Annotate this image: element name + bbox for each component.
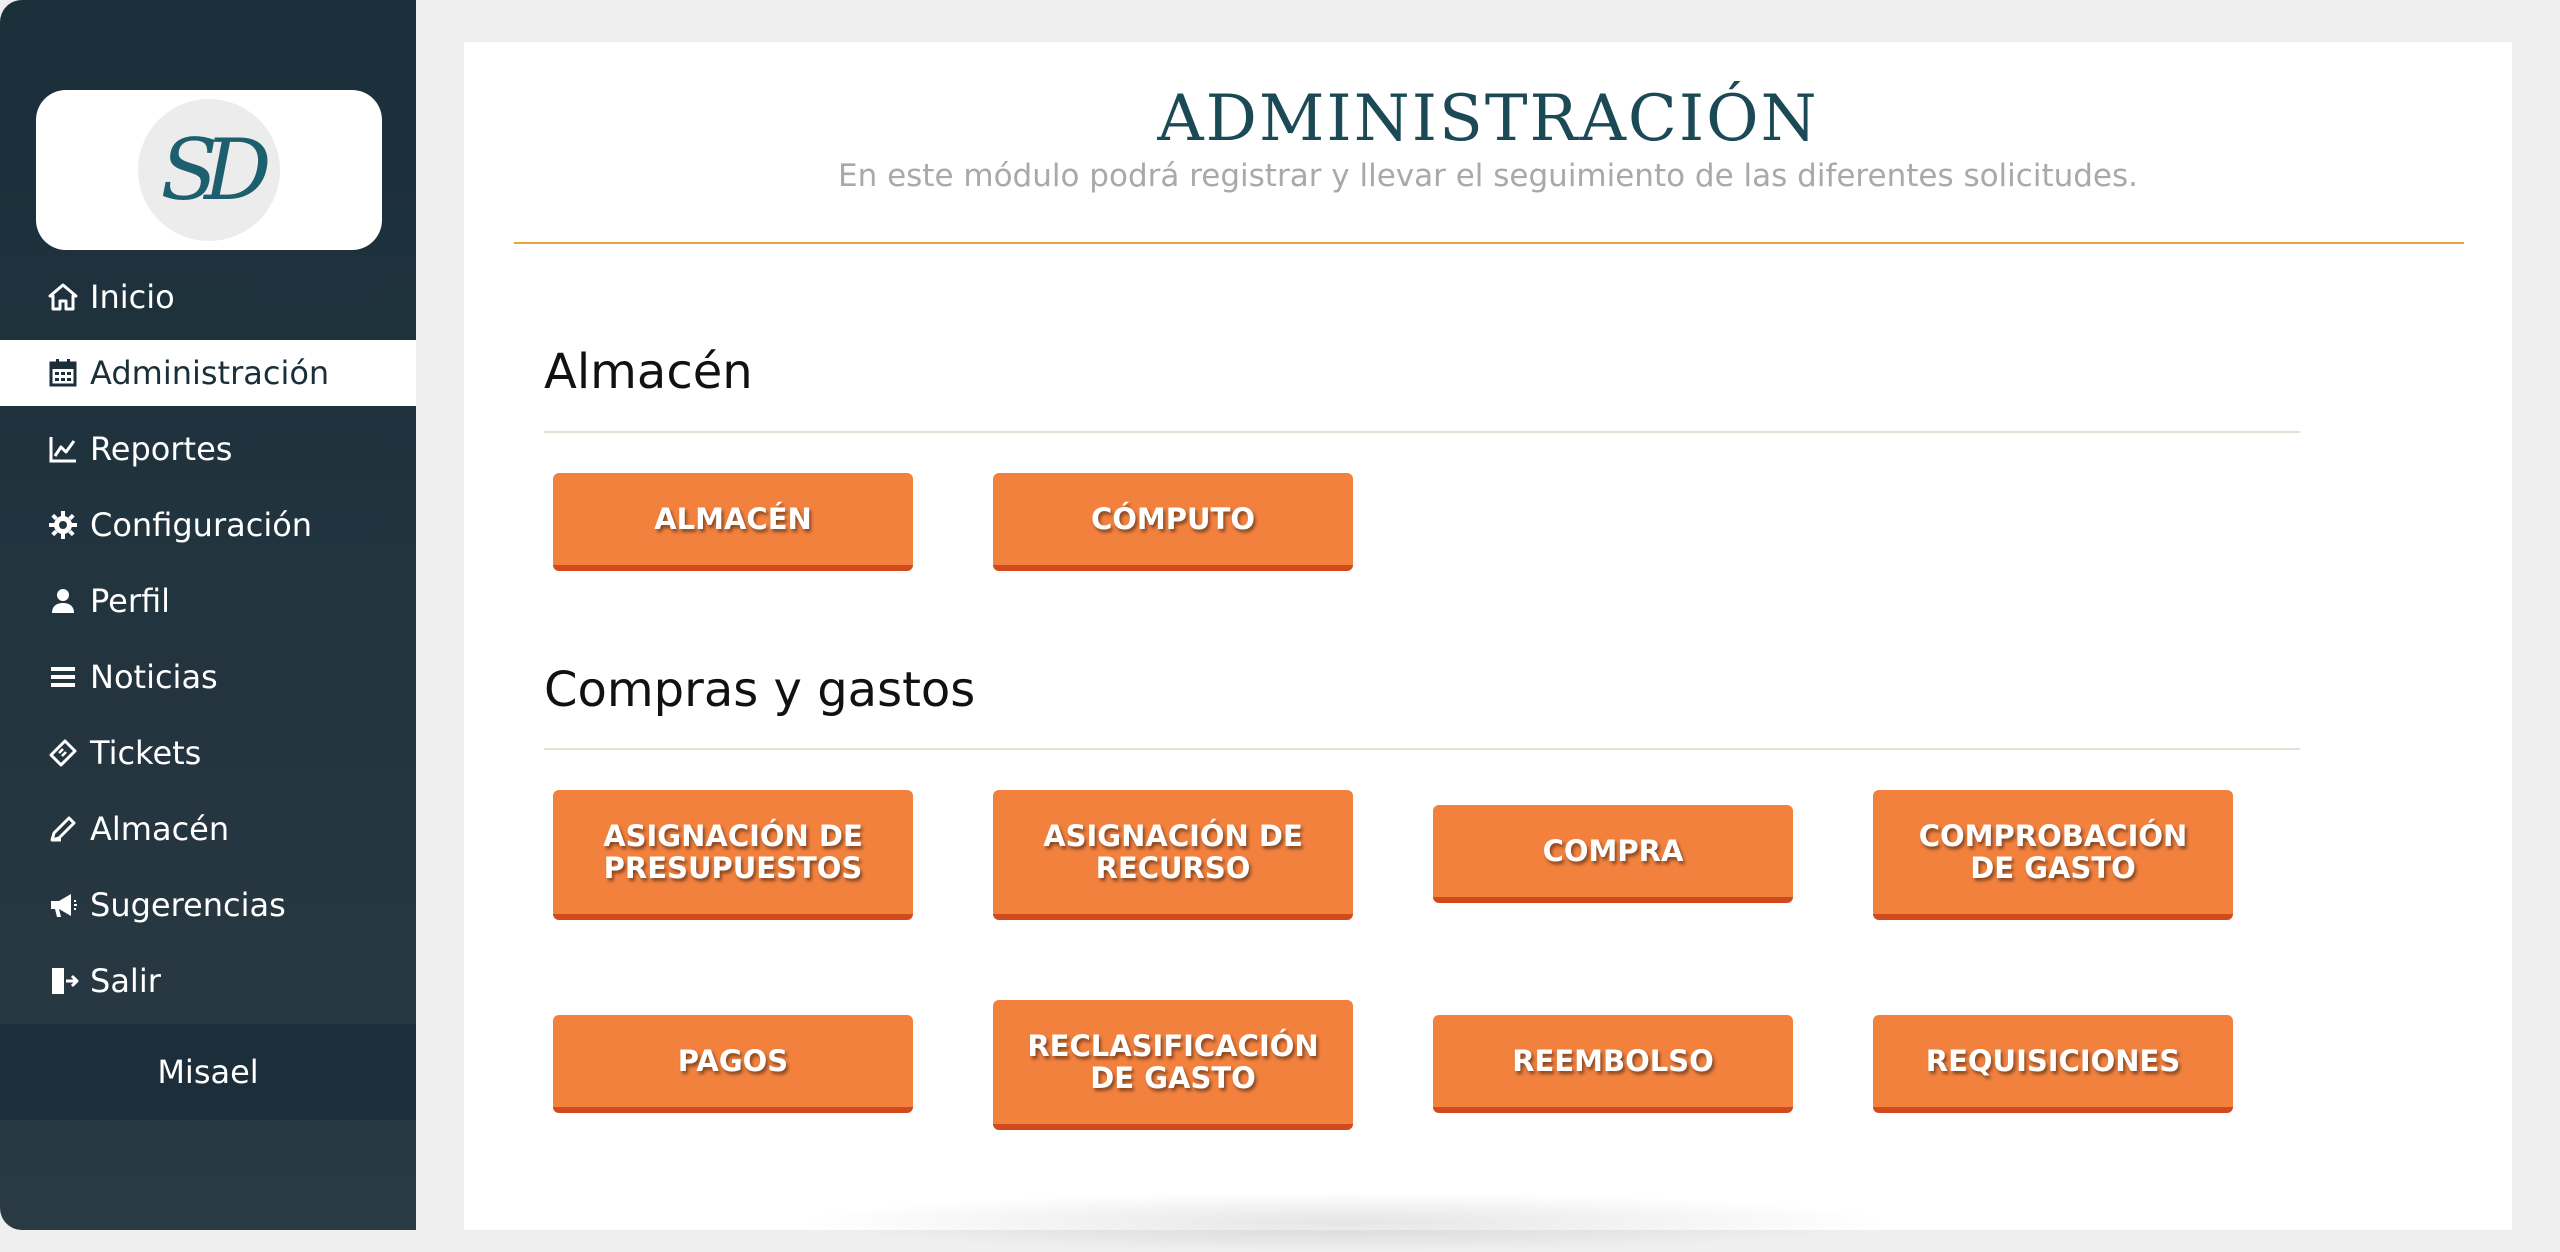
sidebar-item-label: Noticias	[90, 658, 218, 696]
section-divider	[544, 748, 2300, 750]
user-icon	[46, 584, 80, 618]
asignacion-presupuestos-button[interactable]: ASIGNACIÓN DE PRESUPUESTOS	[553, 790, 913, 920]
sidebar-item-reportes[interactable]: Reportes	[0, 411, 416, 487]
page-title: ADMINISTRACIÓN	[1157, 82, 1819, 156]
sidebar-item-tickets[interactable]: Tickets	[0, 715, 416, 791]
sidebar-item-label: Configuración	[90, 506, 313, 544]
pencil-icon	[46, 812, 80, 846]
reembolso-button[interactable]: REEMBOLSO	[1433, 1015, 1793, 1113]
main-content-card: ADMINISTRACIÓN En este módulo podrá regi…	[464, 42, 2512, 1252]
sidebar-item-perfil[interactable]: Perfil	[0, 563, 416, 639]
section-divider	[544, 431, 2300, 433]
sidebar-item-sugerencias[interactable]: Sugerencias	[0, 867, 416, 943]
brand-logo: SD	[138, 99, 280, 241]
sidebar-item-configuracion[interactable]: Configuración	[0, 487, 416, 563]
section-title-compras-gastos: Compras y gastos	[544, 662, 976, 718]
compra-button[interactable]: COMPRA	[1433, 805, 1793, 903]
sidebar-item-label: Salir	[90, 962, 161, 1000]
ticket-icon	[46, 736, 80, 770]
user-name[interactable]: Misael	[0, 1024, 416, 1120]
gear-icon	[46, 508, 80, 542]
sidebar-item-label: Tickets	[90, 734, 202, 772]
pagos-button[interactable]: PAGOS	[553, 1015, 913, 1113]
section-title-almacen: Almacén	[544, 344, 753, 400]
asignacion-recurso-button[interactable]: ASIGNACIÓN DE RECURSO	[993, 790, 1353, 920]
sidebar-nav: Inicio Administración Reportes Configura…	[0, 259, 416, 1019]
sidebar: SD Inicio Administración Reportes Config…	[0, 0, 416, 1230]
sidebar-item-label: Administración	[90, 354, 330, 392]
sidebar-item-label: Reportes	[90, 430, 233, 468]
calendar-icon	[46, 356, 80, 390]
megaphone-icon	[46, 888, 80, 922]
sidebar-item-label: Inicio	[90, 278, 175, 316]
decorative-shadow	[794, 1192, 1894, 1252]
computo-button[interactable]: CÓMPUTO	[993, 473, 1353, 571]
logout-icon	[46, 964, 80, 998]
sidebar-item-almacen[interactable]: Almacén	[0, 791, 416, 867]
comprobacion-gasto-button[interactable]: COMPROBACIÓN DE GASTO	[1873, 790, 2233, 920]
title-divider	[514, 242, 2464, 244]
reclasificacion-gasto-button[interactable]: RECLASIFICACIÓN DE GASTO	[993, 1000, 1353, 1130]
almacen-button[interactable]: ALMACÉN	[553, 473, 913, 571]
list-icon	[46, 660, 80, 694]
requisiciones-button[interactable]: REQUISICIONES	[1873, 1015, 2233, 1113]
chart-line-icon	[46, 432, 80, 466]
sidebar-item-label: Almacén	[90, 810, 230, 848]
sidebar-item-salir[interactable]: Salir	[0, 943, 416, 1019]
sidebar-item-noticias[interactable]: Noticias	[0, 639, 416, 715]
sidebar-item-inicio[interactable]: Inicio	[0, 259, 416, 335]
sidebar-item-administracion[interactable]: Administración	[0, 340, 416, 406]
logo-container: SD	[36, 90, 382, 250]
sidebar-item-label: Sugerencias	[90, 886, 286, 924]
home-icon	[46, 280, 80, 314]
sidebar-item-label: Perfil	[90, 582, 171, 620]
page-subtitle: En este módulo podrá registrar y llevar …	[837, 158, 2139, 194]
